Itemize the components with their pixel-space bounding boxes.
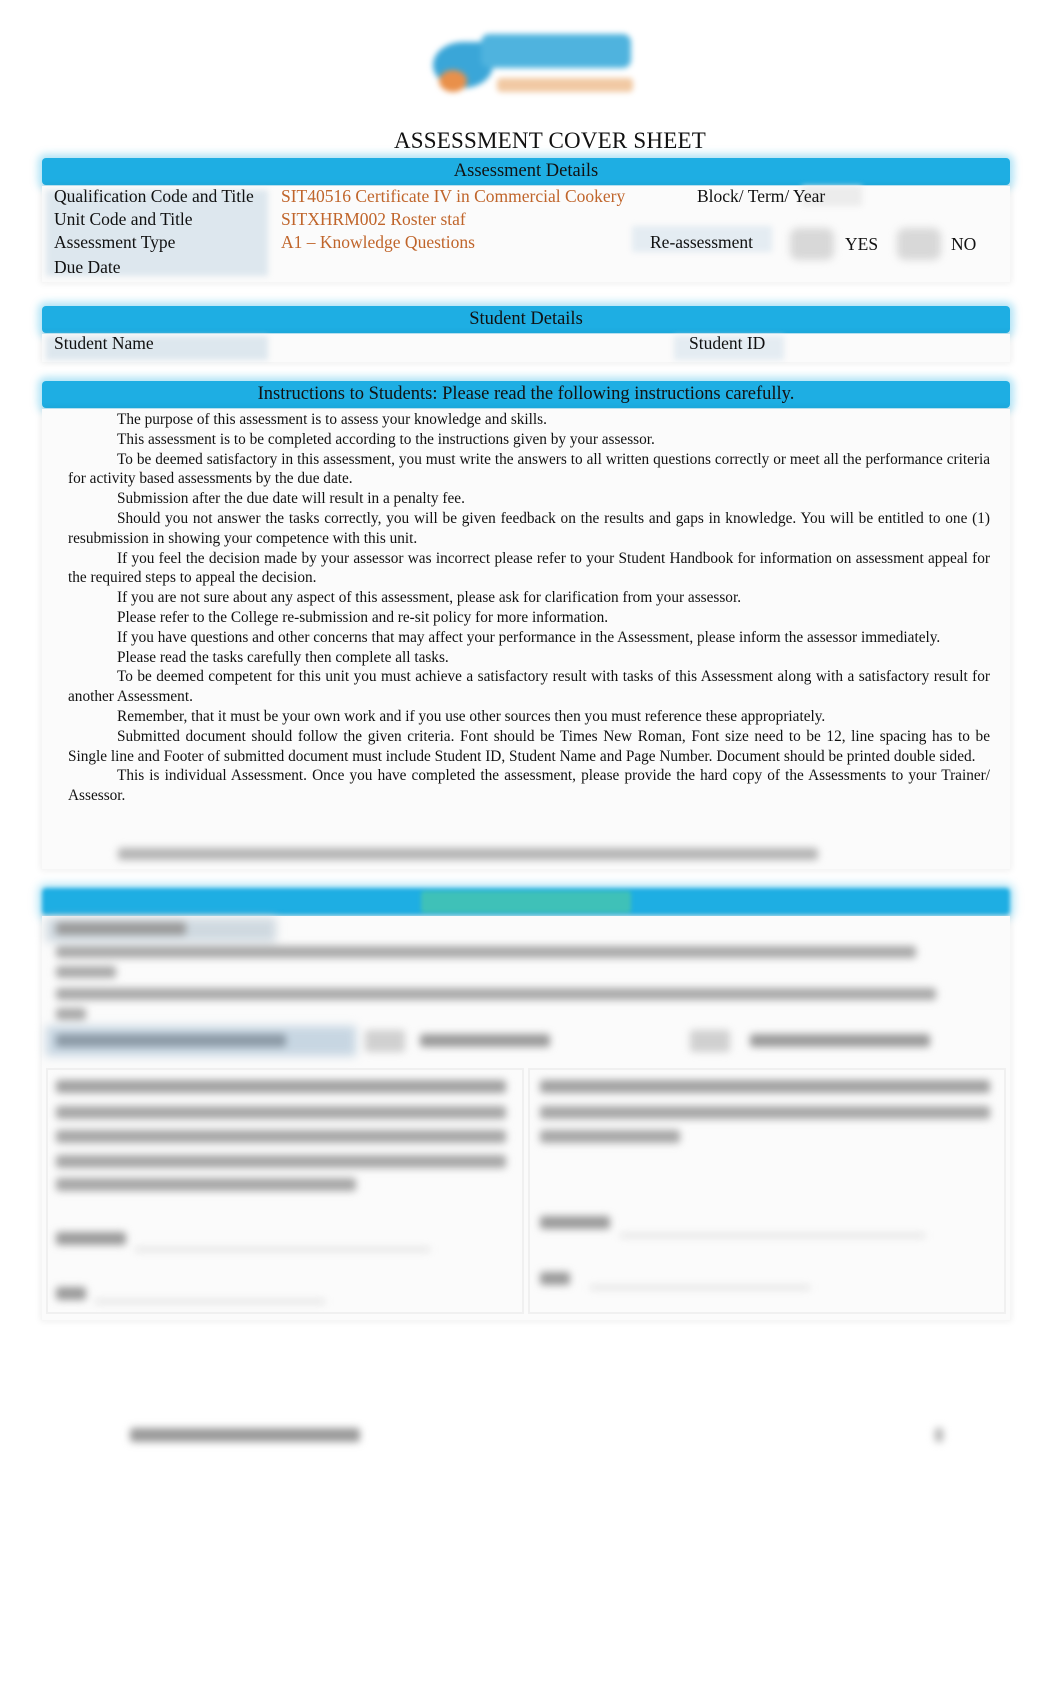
instruction-text: Submission after the due date will resul… — [117, 490, 465, 508]
instruction-text: If you are not sure about any aspect of … — [117, 589, 742, 607]
instruction-text: Please read the tasks carefully then com… — [117, 648, 449, 666]
instructions-list: The purpose of this assessment is to ass… — [55, 410, 990, 806]
instruction-text: Please refer to the College re-submissio… — [117, 608, 609, 626]
reassessment-yes-label: YES — [845, 234, 879, 254]
block-term-year-label: Block/ Term/ Year — [697, 186, 826, 206]
results-header — [42, 888, 1010, 915]
student-details-panel — [42, 334, 1010, 362]
footer-text — [130, 1428, 360, 1442]
instruction-item: If you are not sure about any aspect of … — [55, 588, 990, 608]
logo-wordmark — [481, 34, 631, 68]
document-title: ASSESSMENT COVER SHEET — [394, 128, 706, 153]
reassessment-label: Re-assessment — [650, 232, 754, 252]
assessment-type-value: A1 – Knowledge Questions — [281, 232, 475, 252]
instruction-item: This is individual Assessment. Once you … — [55, 766, 990, 806]
instruction-item: To be deemed satisfactory in this assess… — [55, 450, 990, 490]
assessment-details-header: Assessment Details — [42, 158, 1010, 185]
instruction-text: To be deemed satisfactory in this assess… — [68, 450, 990, 488]
reassessment-no-checkbox[interactable] — [897, 228, 941, 260]
instruction-text: Remember, that it must be your own work … — [117, 707, 826, 725]
student-date-line — [95, 1300, 325, 1303]
instruction-item: This assessment is to be completed accor… — [55, 430, 990, 450]
logo-dot-icon — [439, 70, 467, 92]
qualification-value: SIT40516 Certificate IV in Commercial Co… — [281, 186, 626, 206]
instruction-text: Should you not answer the tasks correctl… — [68, 509, 990, 547]
instruction-item: The purpose of this assessment is to ass… — [55, 410, 990, 430]
instruction-item: Please read the tasks carefully then com… — [55, 648, 990, 668]
instructions-header: Instructions to Students: Please read th… — [42, 381, 1010, 408]
results-header-label — [421, 891, 631, 913]
student-details-header: Student Details — [42, 306, 1010, 333]
instruction-text: To be deemed competent for this unit you… — [68, 668, 990, 706]
reassessment-yes-checkbox[interactable] — [790, 228, 834, 260]
page-number — [935, 1428, 943, 1442]
unit-value: SITXHRM002 Roster staf — [281, 209, 466, 229]
qualification-label: Qualification Code and Title — [54, 186, 254, 206]
instruction-item: Should you not answer the tasks correctl… — [55, 509, 990, 549]
instruction-item: Submission after the due date will resul… — [55, 489, 990, 509]
unit-label: Unit Code and Title — [54, 209, 193, 229]
instruction-item: Please refer to the College re-submissio… — [55, 608, 990, 628]
due-date-label: Due Date — [54, 257, 121, 277]
student-name-label: Student Name — [54, 333, 154, 353]
instruction-text: The purpose of this assessment is to ass… — [117, 411, 547, 428]
student-signature-line — [135, 1248, 430, 1251]
assessor-date-line — [590, 1286, 810, 1289]
reassessment-no-label: NO — [951, 234, 977, 254]
instruction-text: If you feel the decision made by your as… — [68, 549, 990, 587]
instruction-text: Submitted document should follow the giv… — [68, 727, 990, 765]
assessor-declaration-box[interactable] — [528, 1068, 1006, 1314]
student-id-label: Student ID — [689, 333, 766, 353]
instruction-item: Submitted document should follow the giv… — [55, 727, 990, 767]
skyline-logo-icon — [425, 28, 640, 104]
logo-tagline — [497, 78, 633, 92]
instruction-item: To be deemed competent for this unit you… — [55, 667, 990, 707]
assessor-signature-line — [620, 1234, 925, 1237]
student-declaration-box[interactable] — [46, 1068, 524, 1314]
instruction-item: Remember, that it must be your own work … — [55, 707, 990, 727]
instruction-text: If you have questions and other concerns… — [117, 628, 941, 646]
instruction-text: This is individual Assessment. Once you … — [68, 767, 990, 805]
instruction-text: This assessment is to be completed accor… — [117, 430, 655, 448]
instruction-item: If you feel the decision made by your as… — [55, 549, 990, 589]
instruction-item: If you have questions and other concerns… — [55, 628, 990, 648]
assessment-type-label: Assessment Type — [54, 232, 176, 252]
